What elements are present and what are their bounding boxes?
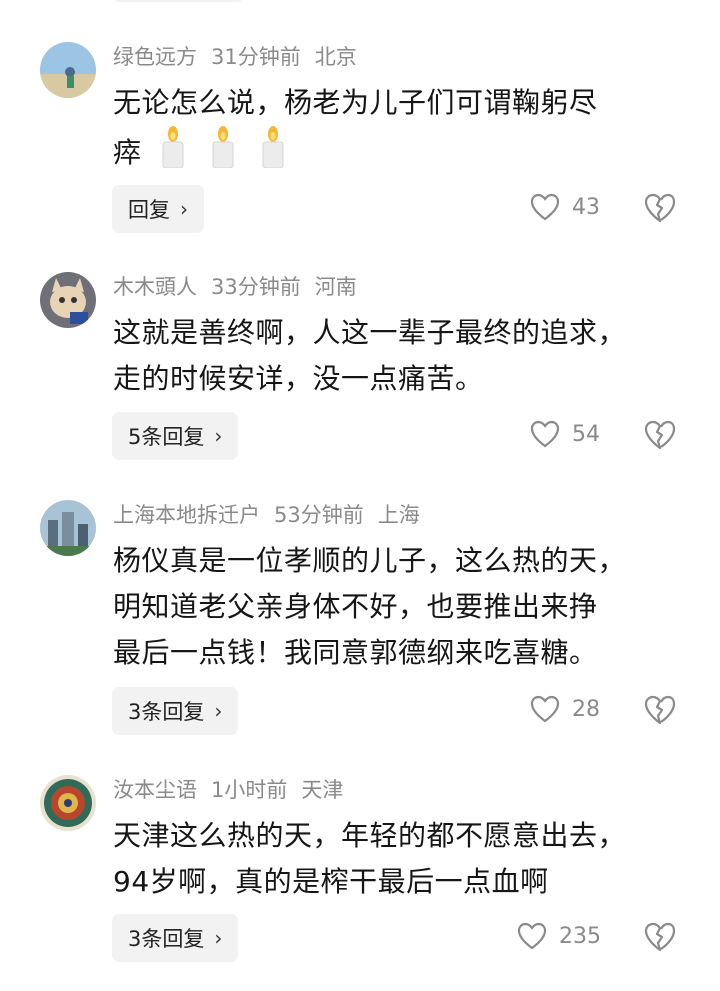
comment-meta: 上海本地拆迁户 53分钟前 上海	[113, 500, 434, 530]
like-count: 28	[572, 696, 600, 722]
comment-text-line: 94岁啊，真的是榨干最后一点血啊	[113, 865, 549, 898]
comment-text-line: 天津这么热的天，年轻的都不愿意出去，	[113, 819, 627, 852]
comment-text-line: 最后一点钱！我同意郭德纲来吃喜糖。	[113, 636, 598, 669]
broken-heart-icon[interactable]	[644, 193, 676, 225]
comment-time: 31分钟前	[211, 45, 301, 69]
username[interactable]: 汝本尘语	[113, 778, 197, 802]
candle-icon	[210, 126, 236, 182]
chevron-right-icon: ›	[214, 424, 223, 448]
like-count: 235	[559, 923, 601, 949]
like-button[interactable]: 28	[530, 695, 600, 723]
comment-text-line: 杨仪真是一位孝顺的儿子，这么热的天，	[113, 544, 627, 577]
reply-button[interactable]: 3条回复 ›	[112, 687, 239, 735]
like-button[interactable]: 43	[530, 193, 600, 221]
comment-time: 33分钟前	[211, 275, 301, 299]
chevron-right-icon: ›	[180, 197, 188, 221]
comment-meta: 绿色远方 31分钟前 北京	[113, 42, 371, 72]
chevron-right-icon: ›	[214, 699, 223, 723]
reply-button[interactable]: 回复 ›	[112, 185, 204, 233]
comment-text: 无论怎么说，杨老为儿子们可谓鞠躬尽 瘁	[113, 80, 693, 182]
broken-heart-icon[interactable]	[644, 922, 676, 954]
comment-location: 天津	[301, 778, 344, 802]
comment-text-line: 这就是善终啊，人这一辈子最终的追求，	[113, 316, 627, 349]
comment-location: 上海	[377, 503, 420, 527]
username[interactable]: 木木頭人	[113, 275, 197, 299]
comment-text: 杨仪真是一位孝顺的儿子，这么热的天， 明知道老父亲身体不好，也要推出来挣 最后一…	[113, 538, 693, 676]
reply-label: 3条回复	[128, 927, 205, 951]
broken-heart-icon[interactable]	[644, 420, 676, 452]
reply-button[interactable]: 3条回复 ›	[112, 914, 239, 962]
avatar[interactable]	[40, 42, 96, 98]
previous-reply-button-stub[interactable]	[112, 0, 244, 2]
reply-label: 3条回复	[128, 700, 205, 724]
reply-label: 5条回复	[128, 425, 205, 449]
heart-outline-icon	[530, 193, 560, 221]
like-button[interactable]: 54	[530, 420, 600, 448]
reply-button[interactable]: 5条回复 ›	[112, 412, 239, 460]
avatar[interactable]	[40, 775, 96, 831]
avatar[interactable]	[40, 272, 96, 328]
comment-text-line: 明知道老父亲身体不好，也要推出来挣	[113, 590, 598, 623]
username[interactable]: 上海本地拆迁户	[113, 503, 260, 527]
avatar[interactable]	[40, 500, 96, 556]
comment-text-line: 瘁	[113, 126, 693, 182]
comment-time: 53分钟前	[274, 503, 364, 527]
candle-icon	[160, 126, 186, 182]
comment-meta: 汝本尘语 1小时前 天津	[113, 775, 357, 805]
comment-text-line: 走的时候安详，没一点痛苦。	[113, 362, 484, 395]
like-count: 43	[572, 194, 600, 220]
reply-label: 回复	[128, 198, 170, 222]
like-count: 54	[572, 421, 600, 447]
comment-location: 北京	[314, 45, 357, 69]
username[interactable]: 绿色远方	[113, 45, 197, 69]
comment-time: 1小时前	[211, 778, 288, 802]
comment-text: 天津这么热的天，年轻的都不愿意出去， 94岁啊，真的是榨干最后一点血啊	[113, 813, 693, 905]
comment-location: 河南	[314, 275, 357, 299]
comment-text-fragment: 瘁	[113, 136, 142, 169]
heart-outline-icon	[530, 695, 560, 723]
heart-outline-icon	[530, 420, 560, 448]
comment-text-line: 无论怎么说，杨老为儿子们可谓鞠躬尽	[113, 86, 598, 119]
broken-heart-icon[interactable]	[644, 695, 676, 727]
comment-meta: 木木頭人 33分钟前 河南	[113, 272, 371, 302]
like-button[interactable]: 235	[517, 922, 601, 950]
chevron-right-icon: ›	[214, 926, 223, 950]
comment-text: 这就是善终啊，人这一辈子最终的追求， 走的时候安详，没一点痛苦。	[113, 310, 693, 402]
heart-outline-icon	[517, 922, 547, 950]
candle-icon	[260, 126, 286, 182]
